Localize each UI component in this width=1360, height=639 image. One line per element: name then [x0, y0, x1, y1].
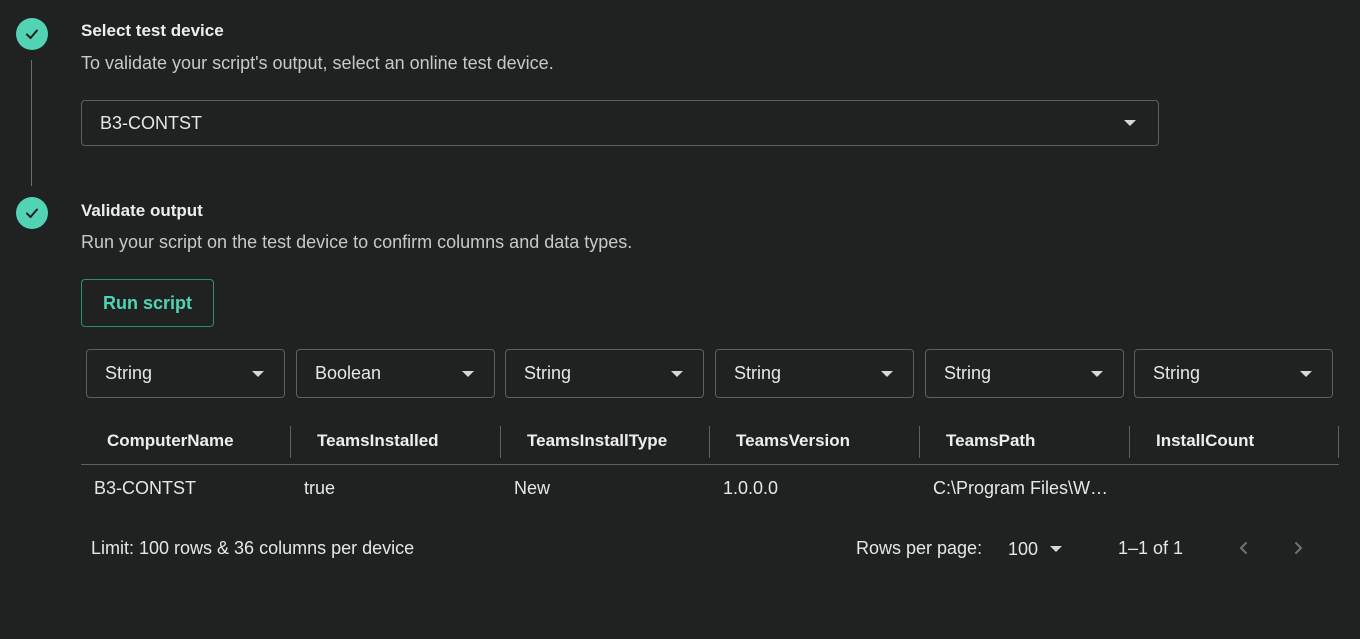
chevron-down-icon [1300, 370, 1312, 377]
rows-per-page-label: Rows per page: [856, 538, 983, 558]
column-type-value: String [944, 363, 992, 383]
step-connector-line [31, 60, 32, 186]
chevron-down-icon [1050, 546, 1063, 552]
chevron-down-icon [671, 370, 683, 377]
step-title-validate-output: Validate output [81, 201, 203, 220]
validate-script-panel: Select test device To validate your scri… [0, 0, 1360, 639]
chevron-down-icon [1124, 120, 1136, 126]
test-device-select-value: B3-CONTST [100, 112, 203, 133]
test-device-select[interactable]: B3-CONTST [81, 100, 1159, 146]
column-resize-handle[interactable] [500, 426, 501, 458]
column-resize-handle[interactable] [709, 426, 710, 458]
column-type-select-2[interactable]: Boolean [296, 349, 495, 398]
table-cell: C:\Program Files\W… [933, 478, 1109, 498]
column-type-value: Boolean [315, 363, 382, 383]
table-cell: 1.0.0.0 [723, 478, 779, 498]
step-title-select-device: Select test device [81, 21, 224, 40]
rows-per-page-select[interactable]: 100 [1008, 536, 1063, 562]
step-description-validate-output: Run your script on the test device to co… [81, 232, 633, 252]
column-header-teamsversion[interactable]: TeamsVersion [736, 424, 850, 458]
column-type-value: String [105, 363, 153, 383]
column-header-teamspath[interactable]: TeamsPath [946, 424, 1035, 458]
table-cell: New [514, 478, 551, 498]
column-type-select-4[interactable]: String [715, 349, 914, 398]
column-resize-handle[interactable] [290, 426, 291, 458]
column-type-select-3[interactable]: String [505, 349, 704, 398]
table-header-divider [81, 464, 1339, 465]
column-resize-handle[interactable] [1129, 426, 1130, 458]
column-resize-handle[interactable] [919, 426, 920, 458]
column-type-value: String [524, 363, 572, 383]
rows-per-page-value: 100 [1008, 538, 1039, 559]
limit-text: Limit: 100 rows & 36 columns per device [91, 538, 415, 558]
step-complete-check-icon [16, 197, 48, 229]
column-header-teamsinstalled[interactable]: TeamsInstalled [317, 424, 439, 458]
column-type-select-6[interactable]: String [1134, 349, 1333, 398]
step-complete-check-icon [16, 18, 48, 50]
step-description-select-device: To validate your script's output, select… [81, 53, 554, 73]
run-script-button[interactable]: Run script [81, 279, 214, 327]
table-cell: B3-CONTST [94, 478, 197, 498]
chevron-left-icon [1240, 542, 1247, 554]
table-cell: true [304, 478, 336, 498]
column-type-value: String [734, 363, 782, 383]
chevron-down-icon [252, 370, 264, 377]
next-page-button[interactable] [1284, 534, 1312, 562]
chevron-down-icon [881, 370, 893, 377]
column-header-installcount[interactable]: InstallCount [1156, 424, 1254, 458]
column-type-value: String [1153, 363, 1201, 383]
chevron-right-icon [1295, 542, 1302, 554]
column-resize-handle[interactable] [1338, 426, 1339, 458]
chevron-down-icon [462, 370, 474, 377]
check-icon [26, 29, 38, 39]
column-header-teamsinstalltype[interactable]: TeamsInstallType [527, 424, 667, 458]
pagination-range: 1–1 of 1 [1118, 538, 1184, 558]
previous-page-button[interactable] [1230, 534, 1258, 562]
column-type-select-5[interactable]: String [925, 349, 1124, 398]
check-icon [26, 208, 38, 218]
chevron-down-icon [1091, 370, 1103, 377]
column-type-select-1[interactable]: String [86, 349, 285, 398]
column-header-computername[interactable]: ComputerName [107, 424, 234, 458]
